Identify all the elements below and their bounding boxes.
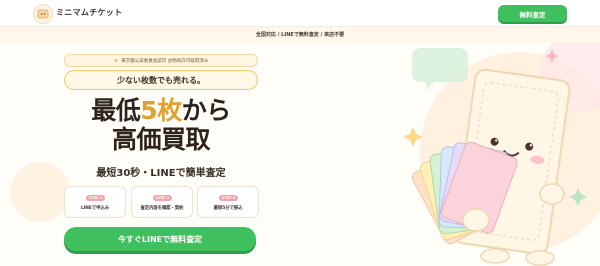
star-icon: ★ xyxy=(113,57,119,64)
hero-subline: 最短30秒・LINEで簡単査定 xyxy=(96,168,226,179)
headline-line2: 高価買取 xyxy=(111,125,211,154)
decor-blob xyxy=(10,162,70,222)
brand-name[interactable]: ミニマムチケット xyxy=(56,7,122,18)
tagline-text: 少ない枚数でも売れる。 xyxy=(117,75,205,85)
ticket-mascot-illustration xyxy=(403,48,587,266)
step-label: LINEで申込み xyxy=(80,206,110,211)
ticket-logo-icon[interactable] xyxy=(33,4,53,24)
step-badge: STEP 1 xyxy=(86,195,105,201)
header-free-appraisal-button[interactable]: 無料査定 xyxy=(498,5,567,22)
main-headline: 最低5枚から 高価買取 xyxy=(64,96,258,154)
step-badge: STEP 3 xyxy=(219,195,238,201)
headline-accent: 5枚 xyxy=(140,96,182,125)
step-card-1: STEP 1 LINEで申込み xyxy=(64,186,126,218)
subbar-text: 全国対応 / LINEで無料査定 / 来店不要 xyxy=(255,32,345,38)
step-label: 最短5分で振込 xyxy=(213,206,243,211)
headline-pre: 最低 xyxy=(91,96,141,125)
license-badge: ★ 東京都公安委員会認可 古物商許可取得済み xyxy=(64,54,258,67)
step-card-2: STEP 2 査定内容を確認・契約 xyxy=(131,186,193,218)
license-text: 東京都公安委員会認可 古物商許可取得済み xyxy=(121,58,209,64)
feature-subbar: 全国対応 / LINEで無料査定 / 来店不要 xyxy=(0,27,600,42)
line-free-appraisal-button[interactable]: 今すぐLINEで無料査定 xyxy=(64,227,256,251)
tagline-pill: 少ない枚数でも売れる。 xyxy=(64,70,258,90)
step-card-3: STEP 3 最短5分で振込 xyxy=(197,186,259,218)
step-badge: STEP 2 xyxy=(153,195,172,201)
headline-post: から xyxy=(181,96,232,125)
step-label: 査定内容を確認・契約 xyxy=(140,206,184,211)
steps-row: STEP 1 LINEで申込み STEP 2 査定内容を確認・契約 STEP 3… xyxy=(64,186,259,218)
site-header: ミニマムチケット 無料査定 xyxy=(0,0,600,27)
